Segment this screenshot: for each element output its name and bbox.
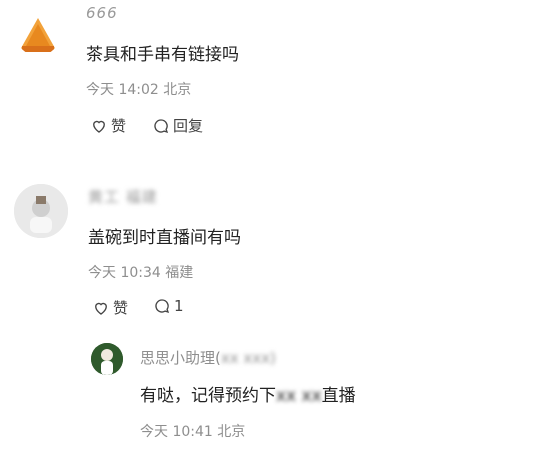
reply-count-button[interactable]: 1 xyxy=(153,297,184,315)
reply-text-end: 直播 xyxy=(321,386,356,406)
reply-text-masked: xx xx xyxy=(276,386,322,406)
like-button[interactable]: 赞 xyxy=(90,115,126,136)
speech-bubble-icon xyxy=(155,299,170,314)
comment-text: 盖碗到时直播间有吗 xyxy=(88,228,241,248)
reply-text: 有哒，记得预约下xx xx直播 xyxy=(140,381,356,406)
comment-username[interactable]: 666 xyxy=(86,4,118,22)
avatar[interactable] xyxy=(16,12,60,56)
like-label: 赞 xyxy=(113,299,129,317)
like-label: 赞 xyxy=(111,117,127,135)
comment-username[interactable]: 黄工 福建 xyxy=(88,186,158,207)
reply-count: 1 xyxy=(174,297,184,315)
like-button[interactable]: 赞 xyxy=(92,297,128,318)
reply-meta: 今天 10:41 北京 xyxy=(140,424,246,440)
avatar-image xyxy=(91,343,123,375)
avatar-image xyxy=(20,18,56,52)
comment-text: 茶具和手串有链接吗 xyxy=(86,45,239,65)
reply-username-row[interactable]: 思思小助理(xx xxx) xyxy=(140,347,276,368)
reply-button[interactable]: 回复 xyxy=(152,115,203,136)
comment-meta: 今天 14:02 北京 xyxy=(86,82,192,98)
comment-meta: 今天 10:34 福建 xyxy=(88,265,194,281)
avatar-image xyxy=(14,184,68,238)
reply-label: 回复 xyxy=(173,117,204,135)
reply-text-start: 有哒，记得预约下 xyxy=(140,386,276,406)
heart-outline-icon xyxy=(95,302,107,315)
reply-username: 思思小助理( xyxy=(140,349,221,367)
heart-outline-icon xyxy=(93,120,105,133)
speech-bubble-icon xyxy=(154,118,169,133)
avatar[interactable] xyxy=(91,343,123,375)
avatar[interactable] xyxy=(14,184,68,238)
reply-username-masked: xx xxx) xyxy=(220,349,276,367)
